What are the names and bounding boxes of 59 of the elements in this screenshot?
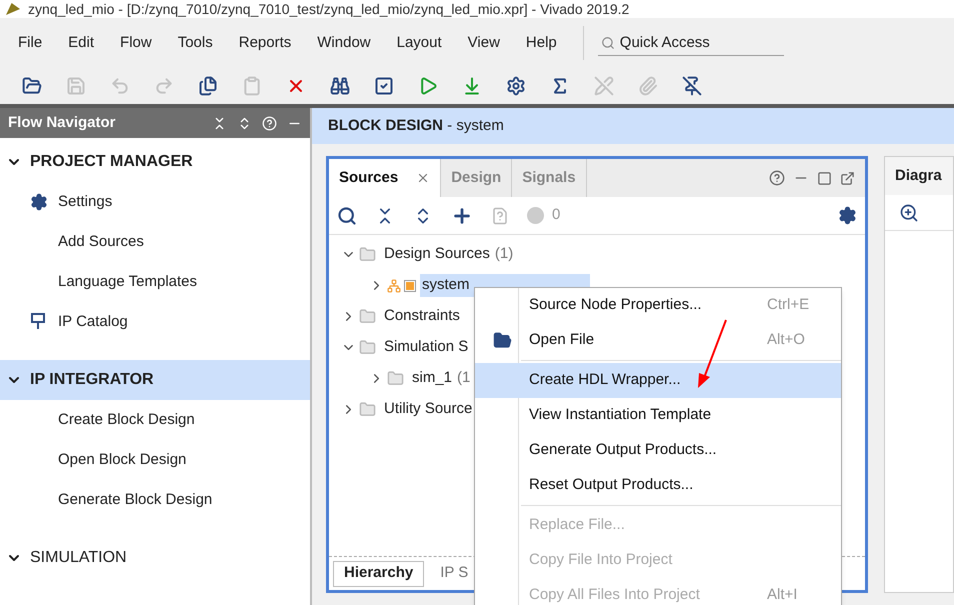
search-icon <box>600 36 615 50</box>
search-icon[interactable] <box>337 206 357 226</box>
section-title: SIMULATION <box>30 548 127 568</box>
panel-title: Diagra <box>895 166 942 186</box>
menu-item[interactable]: File <box>18 32 42 54</box>
menu-option[interactable]: Create HDL Wrapper... <box>475 363 841 398</box>
tree-item[interactable]: Constraints <box>384 305 460 328</box>
folder-icon <box>359 246 376 263</box>
menu-item[interactable]: Flow <box>120 32 152 54</box>
nav-link[interactable]: Open Block Design <box>58 448 186 472</box>
settings-icon[interactable] <box>838 206 857 225</box>
menu-option[interactable]: Reset Output Products... <box>475 468 841 503</box>
design-title: BLOCK DESIGN - system <box>328 116 504 136</box>
item-count: (1 <box>457 368 470 388</box>
annotation-arrow <box>695 318 729 390</box>
menu-option[interactable]: View Instantiation Template <box>475 398 841 433</box>
menu-item[interactable]: Tools <box>178 32 213 54</box>
tree-item[interactable]: Simulation S <box>384 336 468 359</box>
nav-link[interactable]: IP Catalog <box>58 310 128 334</box>
panel-title: Flow Navigator <box>8 112 117 133</box>
help-icon[interactable] <box>769 170 785 186</box>
section-header[interactable]: SIMULATION <box>0 538 310 578</box>
section-title: PROJECT MANAGER <box>30 152 193 172</box>
menu-item[interactable]: View <box>468 32 500 54</box>
tree-item[interactable]: Design Sources <box>384 243 490 266</box>
tree-item[interactable]: sim_1 <box>412 367 452 390</box>
bottom-tab[interactable]: Hierarchy <box>333 560 424 586</box>
chip-icon <box>30 313 46 331</box>
section-header[interactable]: IP INTEGRATOR <box>0 360 310 400</box>
menu-item[interactable]: Help <box>526 32 557 54</box>
folder-icon <box>492 331 512 350</box>
item-count: (1) <box>494 244 514 264</box>
folder-icon <box>359 339 376 356</box>
nav-link[interactable]: Add Sources <box>58 230 144 254</box>
nav-link[interactable]: Settings <box>58 190 112 214</box>
menu-option[interactable]: Generate Output Products... <box>475 433 841 468</box>
menu-option[interactable]: Open File Alt+O <box>475 323 841 358</box>
panel-tab[interactable]: Sources <box>329 159 442 197</box>
section-title: IP INTEGRATOR <box>30 370 154 390</box>
nav-link[interactable]: Language Templates <box>58 270 197 294</box>
problem-count: 0 <box>552 205 560 226</box>
nav-link[interactable]: Generate Block Design <box>58 488 212 512</box>
settings-icon <box>30 193 48 211</box>
folder-icon <box>387 370 404 387</box>
menu-item[interactable]: Layout <box>396 32 442 54</box>
float-icon[interactable] <box>840 170 855 186</box>
tree-item[interactable]: Utility Source <box>384 398 472 421</box>
window-title: zynq_led_mio - [D:/zynq_7010/zynq_7010_test/zynq_led_mio/zynq_led_mio.xpr] - Vivado 2019.2 <box>28 0 630 18</box>
quick-access-field[interactable]: Quick Access <box>598 30 784 56</box>
menu-item[interactable]: Window <box>317 32 371 54</box>
folder-icon <box>359 308 376 325</box>
folder-icon <box>359 401 376 418</box>
maximize-icon[interactable] <box>817 170 832 186</box>
block-design-icon <box>387 278 416 292</box>
section-header[interactable]: PROJECT MANAGER <box>0 142 310 182</box>
menu-item[interactable]: Edit <box>68 32 94 54</box>
nav-link[interactable]: Create Block Design <box>58 408 195 432</box>
menu-item[interactable]: Reports <box>238 32 292 54</box>
zoom-in-icon[interactable] <box>899 202 919 222</box>
